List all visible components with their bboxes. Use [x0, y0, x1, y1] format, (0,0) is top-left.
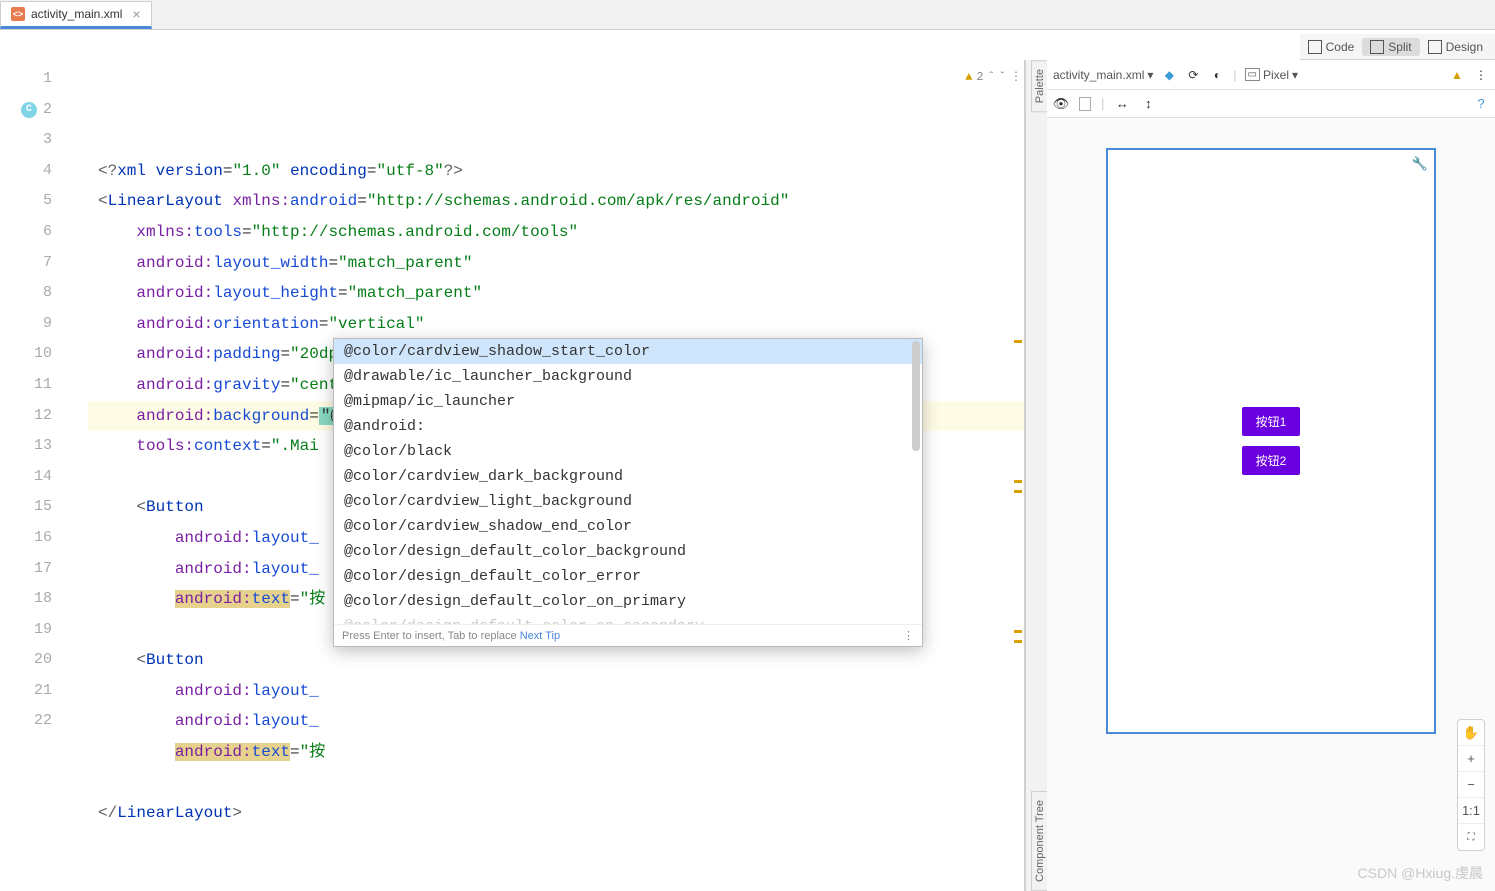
expand-h-icon[interactable]: ↔	[1114, 96, 1130, 112]
code-line[interactable]: <?xml version="1.0" encoding="utf-8"?>	[88, 156, 1024, 187]
device-preview[interactable]: 🔧 按钮1 按钮2	[1106, 148, 1436, 734]
zoom-fit-button[interactable]: 1:1	[1458, 798, 1484, 824]
code-line[interactable]: android:layout_	[88, 676, 1024, 707]
completion-item[interactable]: @mipmap/ic_launcher	[334, 389, 922, 414]
view-design-button[interactable]: Design	[1420, 38, 1491, 56]
completion-hint: Press Enter to insert, Tab to replace Ne…	[342, 630, 560, 642]
next-tip-link[interactable]: Next Tip	[520, 630, 560, 642]
viewport-icon[interactable]	[1079, 97, 1091, 111]
image-icon	[1428, 40, 1442, 54]
code-line[interactable]: android:layout_	[88, 706, 1024, 737]
class-marker-icon[interactable]: C	[21, 102, 37, 118]
code-line[interactable]: xmlns:tools="http://schemas.android.com/…	[88, 217, 1024, 248]
lines-icon	[1308, 40, 1322, 54]
zoom-out-button[interactable]: −	[1458, 772, 1484, 798]
completion-item[interactable]: @color/design_default_color_on_primary	[334, 589, 922, 614]
device-dropdown[interactable]: ▭Pixel▾	[1245, 68, 1299, 82]
code-editor[interactable]: 1C2345678910111213141516171819202122 ▲ 2…	[0, 60, 1025, 891]
editor-tab-bar: <> activity_main.xml ×	[0, 0, 1495, 30]
expand-v-icon[interactable]: ↕	[1140, 96, 1156, 112]
popup-scrollbar[interactable]	[912, 341, 920, 451]
zoom-in-button[interactable]: +	[1458, 746, 1484, 772]
close-tab-icon[interactable]: ×	[132, 6, 140, 22]
code-line[interactable]: <Button	[88, 645, 1024, 676]
layers-icon[interactable]: ◆	[1161, 67, 1177, 83]
zoom-frame-button[interactable]: ⛶	[1458, 824, 1484, 850]
code-line[interactable]: <LinearLayout xmlns:android="http://sche…	[88, 186, 1024, 217]
file-tab-label: activity_main.xml	[31, 7, 122, 21]
visibility-icon[interactable]: 👁	[1053, 96, 1069, 112]
completion-item[interactable]: @color/design_default_color_error	[334, 564, 922, 589]
completion-item[interactable]: @color/cardview_shadow_start_color	[334, 339, 922, 364]
code-line[interactable]	[88, 768, 1024, 799]
code-line[interactable]: android:orientation="vertical"	[88, 309, 1024, 340]
code-line[interactable]: android:layout_height="match_parent"	[88, 278, 1024, 309]
completion-item[interactable]: @drawable/ic_launcher_background	[334, 364, 922, 389]
zoom-controls: ✋ + − 1:1 ⛶	[1457, 719, 1485, 851]
designer-menu-icon[interactable]: ⋮	[1473, 67, 1489, 83]
warning-icon: ▲	[965, 62, 972, 93]
split-icon	[1370, 40, 1384, 54]
orientation-icon[interactable]: ⟳	[1185, 67, 1201, 83]
designer-subtoolbar: 👁 | ↔ ↕ ?	[1047, 90, 1495, 118]
next-highlight-icon[interactable]: ˇ	[999, 62, 1006, 93]
file-tab-activity-main[interactable]: <> activity_main.xml ×	[0, 1, 152, 29]
xml-file-icon: <>	[11, 7, 25, 21]
design-file-dropdown[interactable]: activity_main.xml▾	[1053, 68, 1153, 82]
watermark-text: CSDN @Hxiug.虔晨	[1358, 863, 1483, 883]
completion-item[interactable]: @color/cardview_light_background	[334, 489, 922, 514]
help-icon[interactable]: ?	[1473, 96, 1489, 112]
completion-item[interactable]: @android:	[334, 414, 922, 439]
designer-warning-icon[interactable]: ▲	[1449, 67, 1465, 83]
design-surface[interactable]: 🔧 按钮1 按钮2 ✋ + − 1:1 ⛶	[1047, 118, 1495, 891]
preview-button-1[interactable]: 按钮1	[1242, 407, 1301, 436]
code-line[interactable]: android:layout_width="match_parent"	[88, 248, 1024, 279]
completion-item[interactable]: @color/design_default_color_background	[334, 539, 922, 564]
code-line[interactable]: </LinearLayout>	[88, 798, 1024, 829]
error-stripe[interactable]	[1014, 60, 1022, 891]
right-tool-rail: Palette Component Tree	[1025, 60, 1047, 891]
preview-button-2[interactable]: 按钮2	[1242, 446, 1301, 475]
completion-item[interactable]: @color/cardview_dark_background	[334, 464, 922, 489]
view-code-button[interactable]: Code	[1300, 38, 1363, 56]
pan-button[interactable]: ✋	[1458, 720, 1484, 746]
layout-designer: activity_main.xml▾ ◆ ⟳ ◐ | ▭Pixel▾ ▲ ⋮ 👁…	[1047, 60, 1495, 891]
view-split-button[interactable]: Split	[1362, 38, 1419, 56]
popup-more-icon[interactable]: ⋮	[903, 629, 914, 642]
theme-icon[interactable]: ◐	[1209, 67, 1225, 83]
warning-count: 2	[976, 62, 983, 93]
code-completion-popup[interactable]: @color/cardview_shadow_start_color@drawa…	[333, 338, 923, 647]
wrench-icon[interactable]: 🔧	[1412, 156, 1428, 172]
completion-item[interactable]: @color/cardview_shadow_end_color	[334, 514, 922, 539]
line-number-gutter: 1C2345678910111213141516171819202122	[0, 60, 60, 891]
completion-item[interactable]: @color/black	[334, 439, 922, 464]
code-line[interactable]: android:text="按	[88, 737, 1024, 768]
view-mode-switcher: Code Split Design	[1300, 34, 1495, 60]
prev-highlight-icon[interactable]: ˆ	[988, 62, 995, 93]
designer-toolbar: activity_main.xml▾ ◆ ⟳ ◐ | ▭Pixel▾ ▲ ⋮	[1047, 60, 1495, 90]
